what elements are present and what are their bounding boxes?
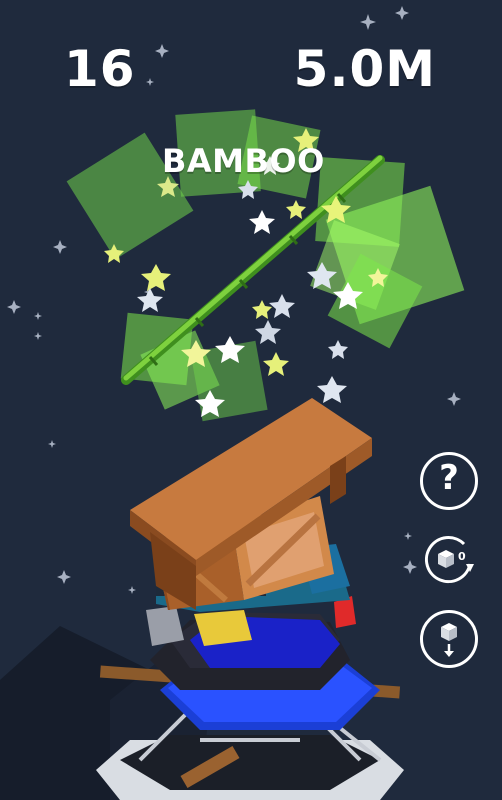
sparkle-icon: [403, 560, 417, 574]
star-icon: [328, 340, 348, 359]
rotate-button[interactable]: 0: [420, 530, 478, 588]
sparkle-icon: [360, 14, 376, 30]
sparkle-icon: [34, 312, 42, 320]
star-icon: [252, 300, 272, 319]
sparkle-icon: [447, 392, 461, 406]
sparkle-icon: [128, 586, 136, 594]
score-counter: 16: [64, 40, 136, 98]
star-icon: [286, 200, 306, 219]
star-icon: [263, 352, 289, 376]
sparkle-icon: [7, 300, 21, 314]
rotate-cube-icon: [424, 536, 474, 584]
drop-cube-icon: [441, 623, 457, 657]
sparkle-icon: [53, 240, 67, 254]
rotate-count: 0: [458, 550, 466, 563]
star-icon: [249, 210, 275, 234]
item-name-label: BAMBOO: [162, 142, 325, 180]
sparkle-icon: [57, 570, 71, 584]
sparkle-icon: [34, 332, 42, 340]
drop-button[interactable]: [420, 610, 478, 668]
star-icon: [255, 320, 281, 344]
star-icon: [269, 294, 295, 318]
sparkle-icon: [404, 532, 412, 540]
tower-height: 5.0M: [293, 40, 436, 98]
star-icon: [141, 264, 171, 291]
star-icon: [317, 376, 347, 403]
sparkle-icon: [155, 44, 169, 58]
sparkle-icon: [146, 78, 154, 86]
sparkle-icon: [395, 6, 409, 20]
sparkle-icon: [48, 440, 56, 448]
question-mark-icon: ?: [439, 458, 459, 498]
game-scene: [0, 6, 465, 800]
help-button[interactable]: ?: [420, 452, 478, 510]
star-icon: [137, 288, 163, 312]
